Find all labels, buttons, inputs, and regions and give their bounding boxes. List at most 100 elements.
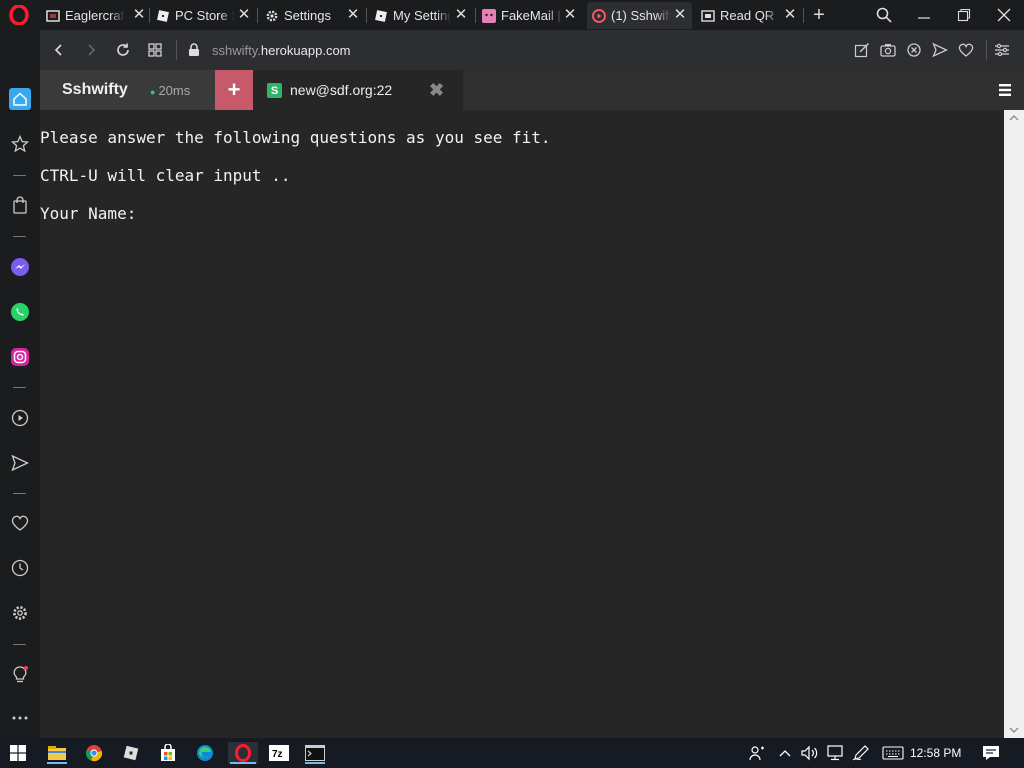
shopping-bag-icon[interactable] [9,194,31,216]
roblox-icon [156,9,170,23]
session-title: new@sdf.org:22 [290,82,393,98]
whatsapp-icon[interactable] [9,301,31,323]
eaglercraft-icon [46,9,60,23]
terminal-screen[interactable]: Please answer the following questions as… [40,110,1004,738]
divider [986,40,987,60]
tab-separator [366,8,367,23]
browser-tab-sshwifty-active[interactable]: (1) Sshwift ✕ [587,2,692,29]
new-tab-button[interactable]: + [810,5,828,25]
instagram-icon[interactable] [9,346,31,368]
address-bar-row: sshwifty.herokuapp.com [40,30,1024,70]
url-field[interactable]: sshwifty.herokuapp.com [188,38,828,62]
close-tab-icon[interactable]: ✕ [132,7,146,22]
send-flow-icon[interactable] [9,452,31,474]
url-domain: herokuapp.com [260,42,351,58]
edit-page-icon[interactable] [853,41,871,59]
roblox-icon[interactable] [119,742,143,764]
roblox-icon [374,9,388,23]
windows-start-icon[interactable] [6,742,30,764]
browser-tab-pc-store[interactable]: PC Store S ✕ [156,2,251,29]
browser-tab-strip: Eaglercraft ✕ PC Store S ✕ Settings ✕ My… [0,0,1024,30]
close-tab-icon[interactable]: ✕ [454,7,468,22]
new-connection-button[interactable]: + [215,70,253,110]
latency-value: 20ms [158,83,191,98]
chevron-up-icon[interactable] [778,744,792,762]
pen-workspace-icon[interactable] [851,744,871,762]
keyboard-icon[interactable] [881,744,905,762]
action-center-icon[interactable] [980,744,1002,762]
browser-tab-my-settings[interactable]: My Settings ✕ [374,2,468,29]
adblock-icon[interactable] [905,41,923,59]
easy-setup-icon[interactable] [993,41,1011,59]
back-icon[interactable] [49,40,69,60]
sshwifty-header: Sshwifty ● 20ms + S new@sdf.org:22 ✖ [40,70,1004,110]
opera-taskbar-icon[interactable] [228,742,258,764]
more-options-icon[interactable] [9,707,31,729]
terminal-line: Your Name: [40,204,137,223]
file-explorer-icon[interactable] [45,742,69,764]
terminal-line: Please answer the following questions as… [40,128,551,147]
edge-icon[interactable] [193,742,217,764]
minimize-icon[interactable] [913,4,935,26]
home-icon[interactable] [9,88,31,110]
7zip-icon[interactable]: 7z [267,742,291,764]
snapshot-icon[interactable] [879,41,897,59]
volume-icon[interactable] [800,744,820,762]
taskbar-clock[interactable]: 12:58 PM [910,746,961,760]
search-tabs-icon[interactable] [873,4,895,26]
close-tab-icon[interactable]: ✕ [563,7,577,22]
command-prompt-icon[interactable] [303,742,327,764]
sidebar-divider [13,236,26,237]
player-icon[interactable] [9,407,31,429]
star-icon[interactable] [9,133,31,155]
url-prefix: sshwifty. [212,42,261,58]
tiles-icon[interactable] [145,40,165,60]
gear-icon[interactable] [9,602,31,624]
forward-icon[interactable] [81,40,101,60]
close-tab-icon[interactable]: ✕ [346,7,360,22]
microsoft-store-icon[interactable] [156,742,180,764]
tab-title: FakeMail | [501,8,561,23]
browser-tab-fakemail[interactable]: FakeMail | ✕ [482,2,577,29]
gear-icon [265,9,279,23]
tab-title: Read QR C [720,8,780,23]
chrome-icon[interactable] [82,742,106,764]
page-scrollbar[interactable] [1004,110,1024,738]
close-session-icon[interactable]: ✖ [429,80,444,101]
sidebar-divider [13,644,26,645]
opera-logo-icon[interactable] [9,5,29,25]
close-tab-icon[interactable]: ✕ [783,7,797,22]
browser-tab-eaglercraft[interactable]: Eaglercraft ✕ [46,2,146,29]
session-tab[interactable]: S new@sdf.org:22 ✖ [253,70,463,110]
people-icon[interactable] [748,744,766,762]
browser-tab-read-qr[interactable]: Read QR C ✕ [701,2,797,29]
qr-icon [701,9,715,23]
svg-text:7z: 7z [272,749,283,760]
divider [176,40,177,60]
tab-separator [257,8,258,23]
close-window-icon[interactable] [993,4,1015,26]
lock-icon [188,43,200,57]
messenger-icon[interactable] [9,256,31,278]
app-brand: Sshwifty [62,81,128,98]
app-menu-icon[interactable] [986,70,1024,110]
sidebar-divider [13,493,26,494]
tab-title: Settings [284,8,331,23]
tab-title: My Settings [393,8,451,23]
heart-icon[interactable] [957,41,975,59]
heart-icon[interactable] [9,512,31,534]
scroll-up-arrow-icon[interactable] [1004,110,1024,126]
ssh-badge: S [267,83,282,98]
send-icon[interactable] [931,41,949,59]
lightbulb-icon[interactable] [9,664,31,686]
history-clock-icon[interactable] [9,557,31,579]
tab-title: (1) Sshwift [611,8,671,23]
network-icon[interactable] [825,744,845,762]
reload-icon[interactable] [113,40,133,60]
close-tab-icon[interactable]: ✕ [673,7,687,22]
close-tab-icon[interactable]: ✕ [237,7,251,22]
brand-area[interactable]: Sshwifty ● 20ms [40,70,215,110]
scroll-down-arrow-icon[interactable] [1004,722,1024,738]
restore-icon[interactable] [953,4,975,26]
browser-tab-settings[interactable]: Settings ✕ [265,2,360,29]
